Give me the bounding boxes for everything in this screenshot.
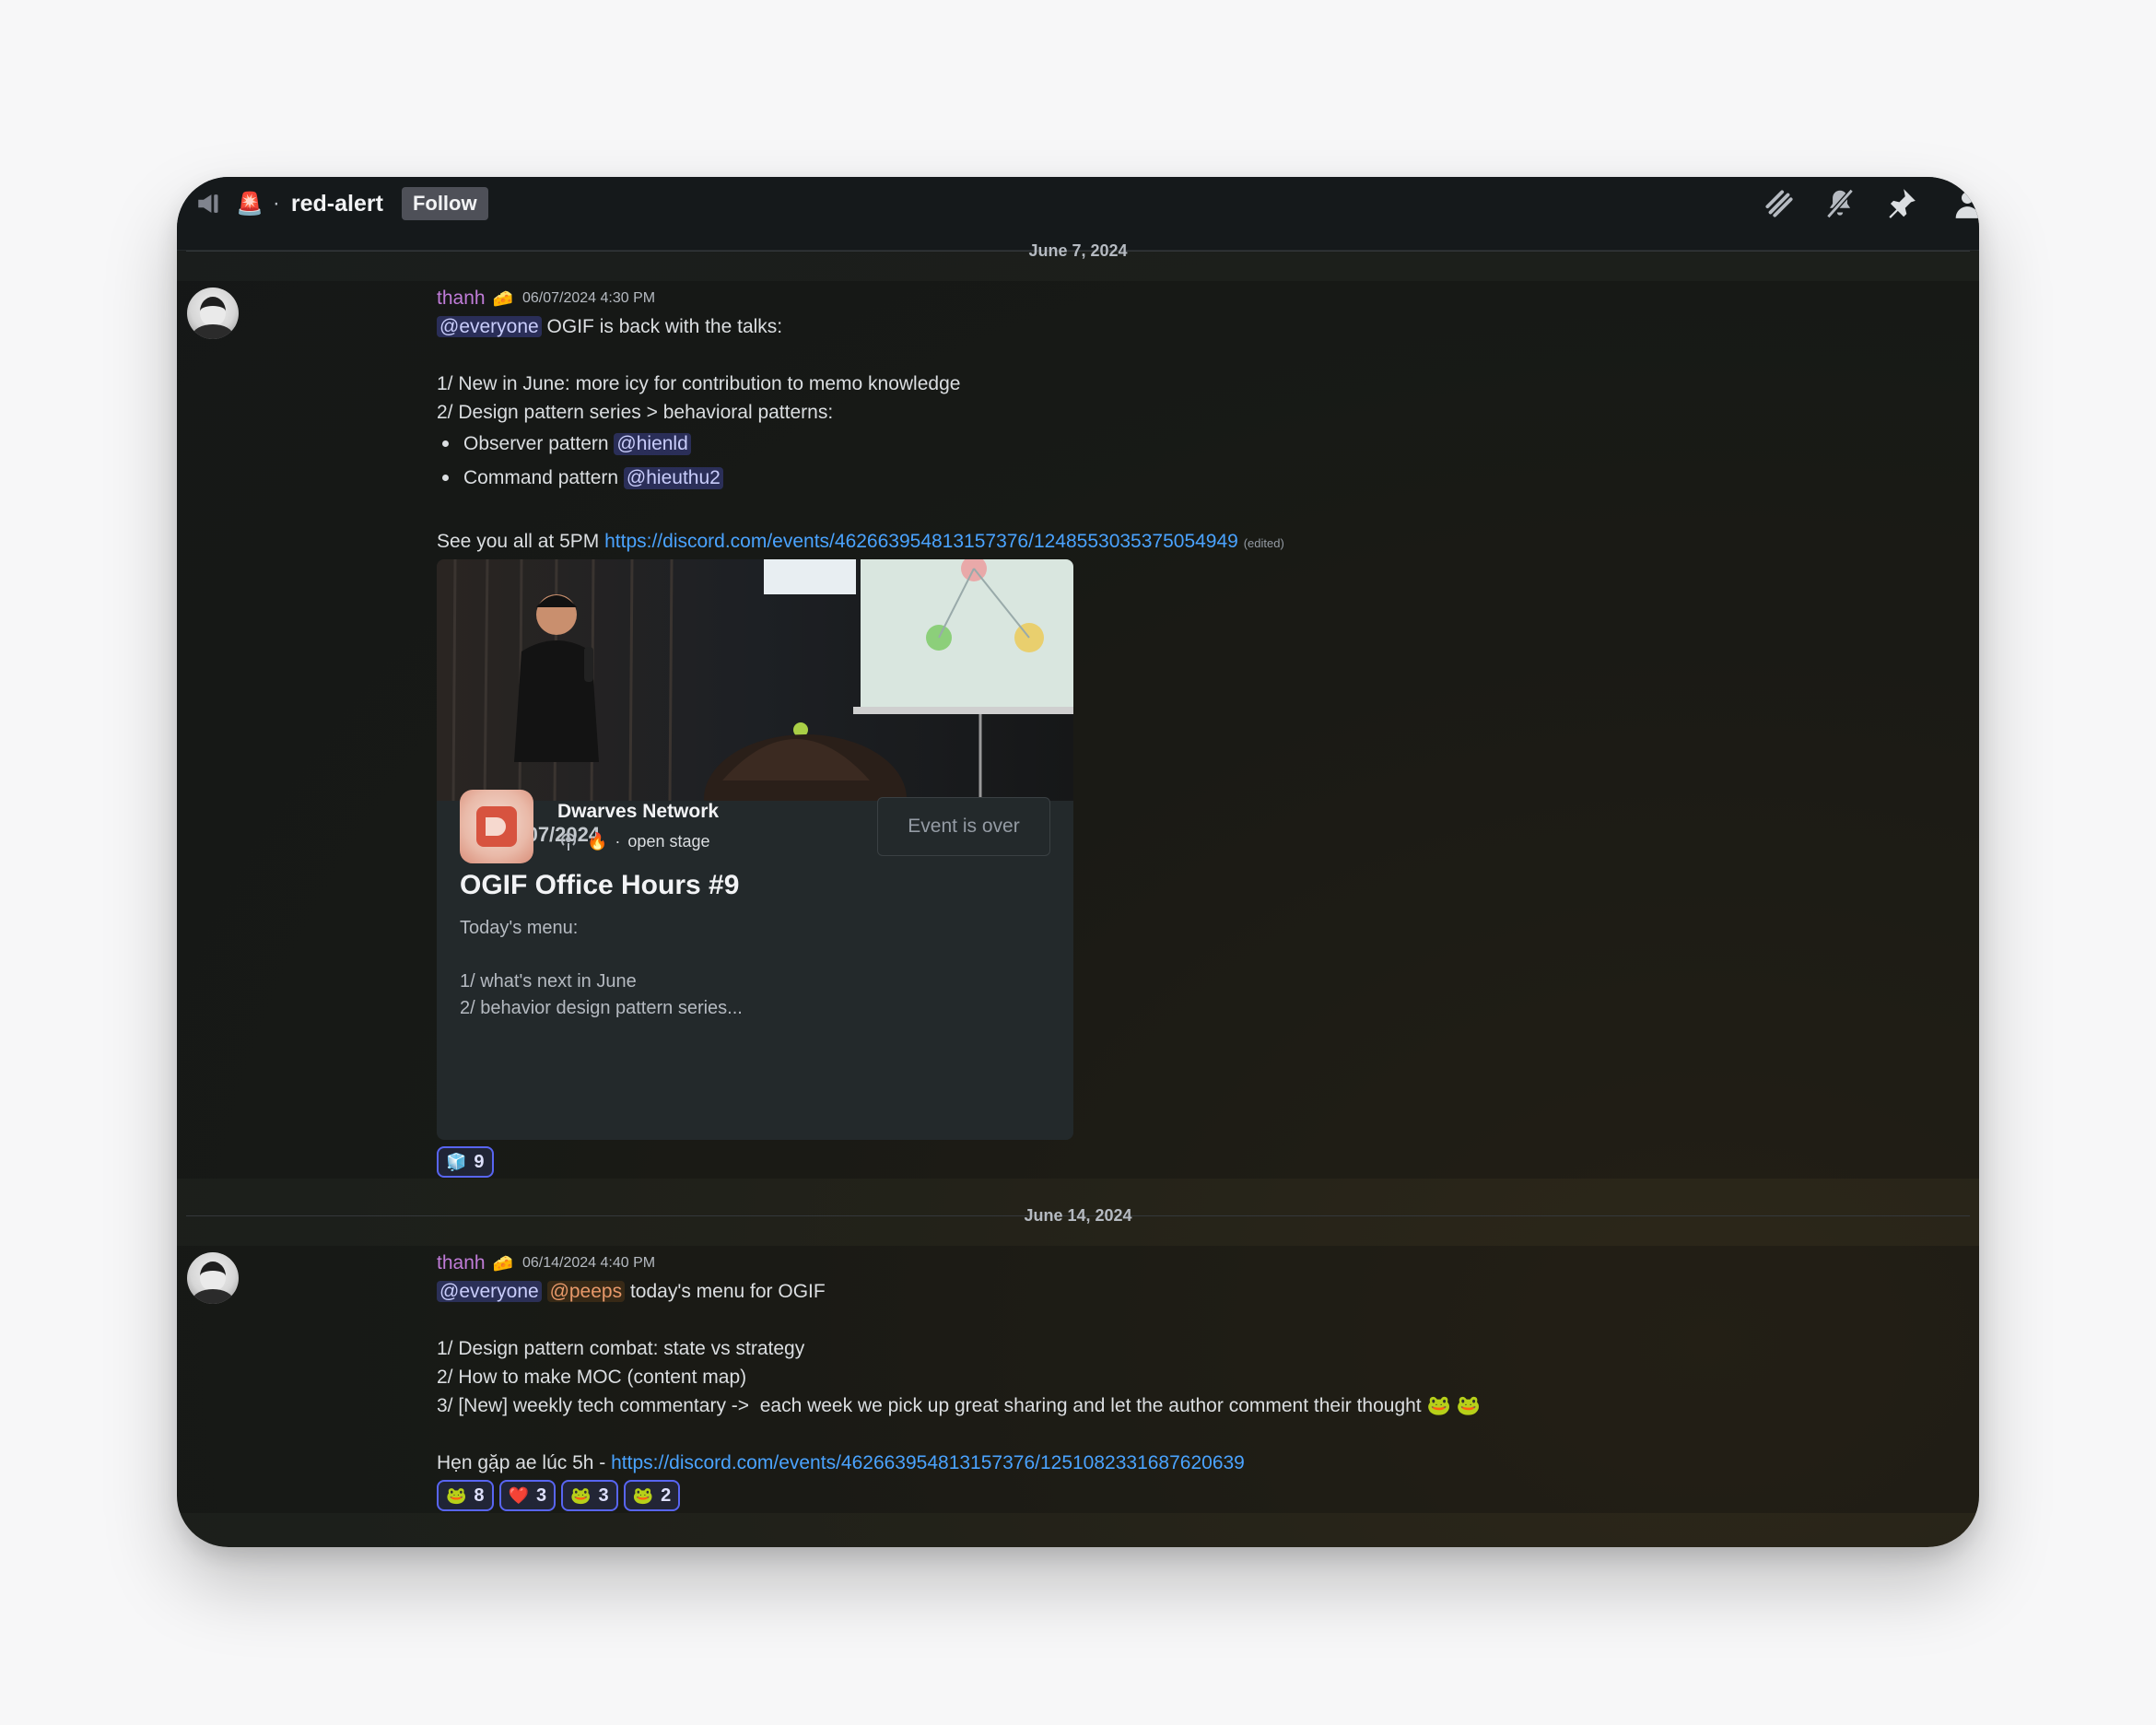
role-mention[interactable]: @peeps [546,1281,626,1302]
message-line: 2/ How to make MOC (content map) [437,1367,747,1388]
channel-name: red-alert [290,190,383,217]
event-description-line: Today's menu: [460,918,579,938]
message-text: OGIF is back with the talks: [541,316,783,337]
frog-emojis: 🐸 🐸 [1426,1395,1481,1416]
reaction-count: 2 [661,1484,672,1506]
message: thanh 🧀 06/14/2024 4:40 PM @everyone @pe… [437,1250,1481,1477]
guild-name[interactable]: Dwarves Network [557,801,719,823]
author-name[interactable]: thanh [437,1252,486,1274]
pin-icon[interactable] [1883,186,1918,221]
edited-label: (edited) [1243,536,1284,550]
date-divider-label: June 14, 2024 [1024,1205,1132,1225]
message-line: 3/ [New] weekly tech commentary -> each … [437,1395,1422,1416]
event-description-line: 2/ behavior design pattern series... [460,998,743,1018]
reactions: 🐸 8 ❤️ 3 🐸 3 🐸 2 [437,1480,681,1511]
channel-emoji: 🚨 [236,191,264,217]
message-text: See you all at 5PM [437,531,605,552]
guild-meta-separator: · [615,831,621,851]
everyone-mention[interactable]: @everyone [437,1281,542,1302]
stage-icon [561,833,576,851]
list-item-text: Command pattern [463,466,624,488]
event-title[interactable]: OGIF Office Hours #9 [460,869,1050,902]
reaction[interactable]: 🐸 8 [437,1480,494,1511]
message-timestamp: 06/07/2024 4:30 PM [521,290,656,306]
threads-icon[interactable] [1762,186,1797,221]
frog-emoji: 🐸 [570,1485,592,1505]
author-badge: 🧀 [492,288,513,308]
message-text: Hẹn gặp ae lúc 5h - [437,1452,612,1473]
everyone-mention[interactable]: @everyone [437,316,542,337]
message: thanh 🧀 06/07/2024 4:30 PM @everyone OGI… [437,286,1284,557]
frog-emoji: 🐸 [632,1485,654,1505]
event-embed[interactable]: 06/07/2024 7 OGIF Office Hours #9 Today'… [437,559,1073,1140]
reactions: 🧊 9 [437,1146,494,1178]
fire-emoji: 🔥 [587,831,608,851]
channel-separator: · [272,191,280,216]
user-mention[interactable]: @hienld [614,432,691,455]
heart-emoji: ❤️ [508,1485,529,1505]
announcement-icon [193,187,227,220]
avatar[interactable] [187,1252,239,1304]
user-mention[interactable]: @hieuthu2 [623,466,723,489]
guild-icon[interactable] [460,790,533,863]
date-divider-label: June 7, 2024 [1028,241,1128,260]
message-line: 1/ Design pattern combat: state vs strat… [437,1338,805,1359]
avatar[interactable] [187,288,239,339]
guild-meta: 🔥 · open stage [557,830,710,852]
reaction-count: 9 [474,1151,485,1172]
follow-button[interactable]: Follow [401,187,488,220]
reaction[interactable]: 🐸 2 [623,1480,681,1511]
discord-window: 🚨 · red-alert Follow June 7, 2024 thanh … [177,177,1979,1547]
event-description: Today's menu: 1/ what's next in June 2/ … [460,915,1050,1022]
date-divider: June 7, 2024 [177,237,1979,264]
author-name[interactable]: thanh [437,288,486,310]
reaction[interactable]: 🧊 9 [437,1146,494,1178]
reaction-count: 3 [598,1484,609,1506]
event-cover-image [437,559,1073,801]
list-item-text: Observer pattern [463,432,615,454]
message-timestamp: 06/14/2024 4:40 PM [521,1255,656,1271]
reaction[interactable]: ❤️ 3 [498,1480,557,1511]
reaction-count: 3 [535,1484,547,1506]
mute-icon[interactable] [1822,186,1857,221]
ice-cube-emoji: 🧊 [446,1152,467,1171]
message-text: today's menu for OGIF [625,1281,826,1302]
author-badge: 🧀 [492,1253,513,1273]
event-link[interactable]: https://discord.com/events/4626639548131… [604,531,1238,552]
members-icon[interactable] [1944,186,1979,221]
event-description-line: 1/ what's next in June [460,971,637,992]
event-link[interactable]: https://discord.com/events/4626639548131… [611,1452,1245,1473]
reaction[interactable]: 🐸 3 [561,1480,618,1511]
frog-emoji: 🐸 [446,1485,467,1505]
guild-meta-text: open stage [627,831,710,851]
list-item: Observer pattern @hienld [437,427,1284,461]
event-status-button[interactable]: Event is over [877,797,1050,856]
message-line: 2/ Design pattern series > behavioral pa… [437,402,834,423]
list-item: Command pattern @hieuthu2 [437,461,1284,495]
message-line: 1/ New in June: more icy for contributio… [437,373,961,394]
reaction-count: 8 [474,1484,485,1506]
date-divider: June 14, 2024 [177,1202,1979,1229]
